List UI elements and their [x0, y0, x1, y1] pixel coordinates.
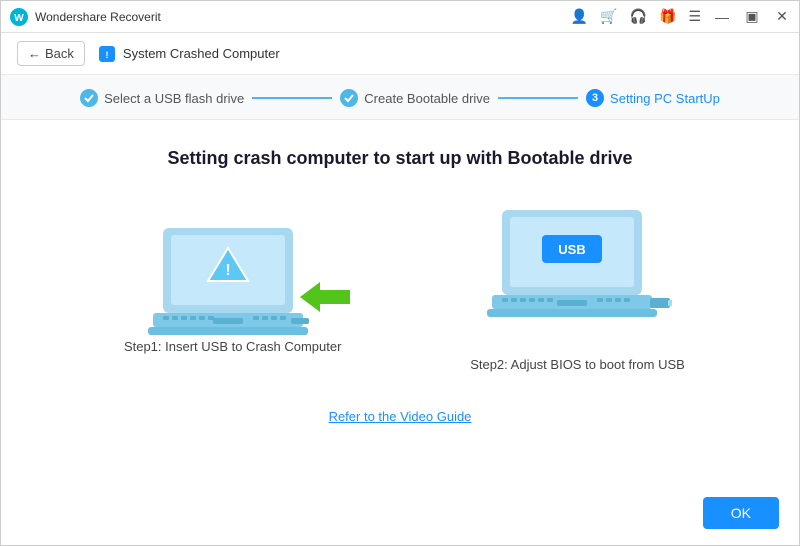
back-arrow-icon: ← [28, 46, 41, 61]
back-button[interactable]: ← Back [17, 41, 85, 66]
crashed-laptop-svg: ! [143, 223, 323, 353]
gift-icon[interactable]: 🎁 [659, 8, 676, 25]
step-2-label: Create Bootable drive [364, 91, 490, 106]
ok-button-container: OK [703, 497, 779, 529]
svg-text:W: W [14, 13, 24, 24]
step-3-label: Setting PC StartUp [610, 91, 720, 106]
illustrations: ! [115, 205, 685, 372]
step-1-check [80, 89, 98, 107]
back-label: Back [45, 46, 74, 61]
main-content: Setting crash computer to start up with … [1, 120, 799, 446]
step-1-label: Select a USB flash drive [104, 91, 244, 106]
svg-text:USB: USB [559, 242, 586, 257]
title-bar-controls: 👤 🛒 🎧 🎁 ☰ — ▣ ✕ [571, 8, 791, 26]
svg-text:!: ! [225, 262, 230, 279]
usb-arrow-icon [300, 282, 350, 312]
step2-label: Step2: Adjust BIOS to boot from USB [470, 357, 685, 372]
step1-label: Step1: Insert USB to Crash Computer [124, 339, 341, 354]
step-3-check: 3 [586, 89, 604, 107]
step-2-check [340, 89, 358, 107]
svg-text:!: ! [105, 50, 108, 60]
page-title: System Crashed Computer [123, 46, 280, 61]
minimize-button[interactable]: — [713, 8, 731, 26]
step-1: Select a USB flash drive [80, 89, 244, 107]
app-logo-icon: W [9, 7, 29, 27]
video-guide-link[interactable]: Refer to the Video Guide [329, 409, 472, 424]
usb-laptop-svg: USB [482, 205, 672, 335]
cart-icon[interactable]: 🛒 [600, 8, 617, 25]
app-name: Wondershare Recoverit [35, 10, 161, 24]
step2-illustration: USB Ste [470, 205, 685, 372]
nav-bar: ← Back ! System Crashed Computer [1, 33, 799, 75]
step1-illustration: ! [115, 223, 350, 354]
title-bar-left: W Wondershare Recoverit [9, 7, 161, 27]
close-button[interactable]: ✕ [773, 8, 791, 26]
maximize-button[interactable]: ▣ [743, 8, 761, 26]
step-line-1 [252, 97, 332, 99]
step-2: Create Bootable drive [340, 89, 490, 107]
step-line-2 [498, 97, 578, 99]
step-3: 3 Setting PC StartUp [586, 89, 720, 107]
menu-icon[interactable]: ☰ [688, 8, 701, 25]
steps-bar: Select a USB flash drive Create Bootable… [1, 75, 799, 120]
video-guide: Refer to the Video Guide [329, 408, 472, 426]
page-icon: ! [97, 44, 117, 64]
user-icon[interactable]: 👤 [571, 8, 588, 25]
main-title: Setting crash computer to start up with … [167, 148, 632, 169]
title-bar: W Wondershare Recoverit 👤 🛒 🎧 🎁 ☰ — ▣ ✕ [1, 1, 799, 33]
support-icon[interactable]: 🎧 [630, 8, 647, 25]
ok-button[interactable]: OK [703, 497, 779, 529]
